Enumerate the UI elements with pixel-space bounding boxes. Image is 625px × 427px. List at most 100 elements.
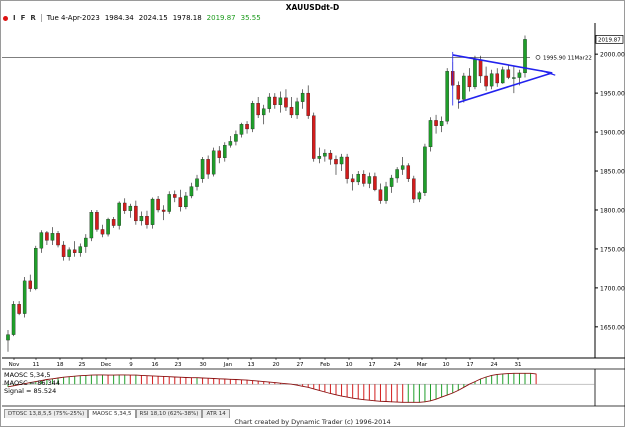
candle-body: [350, 178, 355, 183]
price-chart[interactable]: 1650.00 1700.00 1750.00 1800.00 1850.00 1900.…: [0, 0, 625, 427]
last-price-label: 2019.87: [598, 37, 621, 43]
x-tick-label: 24: [491, 362, 498, 368]
candle-body: [50, 233, 55, 241]
y-tick-label: 1950.00: [600, 91, 625, 98]
candle-body: [100, 229, 105, 235]
candle-body: [217, 150, 221, 158]
candle-body: [517, 72, 522, 78]
candle-body: [72, 249, 77, 253]
y-tick-label: 1700.00: [600, 285, 625, 292]
candle-body: [84, 237, 88, 247]
candle-body: [456, 85, 461, 100]
candle-body: [250, 103, 255, 130]
candle-body: [384, 186, 388, 201]
candle-body: [439, 121, 444, 126]
candle-body: [378, 189, 383, 201]
candle-body: [423, 146, 427, 193]
candle-body: [195, 178, 199, 187]
candle-body: [406, 165, 411, 179]
candle-body: [78, 246, 83, 253]
candle-body: [206, 159, 210, 175]
candle-body: [228, 141, 233, 146]
y-tick-label: 1650.00: [600, 324, 625, 331]
candle-body: [184, 195, 188, 208]
candle-body: [17, 304, 21, 314]
candle-body: [362, 173, 366, 184]
candle-body: [323, 152, 327, 157]
candle-body: [156, 198, 160, 211]
candle-body: [289, 106, 294, 116]
candle-body: [28, 280, 32, 289]
candle-body: [161, 209, 166, 212]
x-tick-label: 20: [273, 362, 280, 368]
x-tick-label: 27: [297, 362, 304, 368]
candle-body: [273, 96, 277, 105]
chart-credit: Chart created by Dynamic Trader (c) 1996…: [234, 418, 391, 426]
y-tick-label: 2000.00: [600, 52, 625, 59]
candle-body: [334, 159, 338, 165]
candle-body: [373, 176, 377, 190]
candle-body: [56, 233, 60, 246]
candle-body: [312, 115, 316, 159]
candle-body: [300, 92, 305, 102]
candle-body: [317, 156, 322, 159]
x-tick-label: 17: [369, 362, 376, 368]
candle-body: [111, 219, 116, 226]
candle-body: [295, 101, 299, 116]
candle-body: [473, 59, 477, 88]
x-tick-label: Mar: [417, 362, 428, 368]
candle-body: [428, 120, 433, 148]
candle-body: [328, 152, 333, 160]
candle-body: [495, 73, 499, 84]
candle-body: [122, 202, 127, 211]
candle-body: [356, 173, 360, 183]
candle-body: [128, 205, 133, 211]
candle-body: [89, 212, 94, 239]
candle-body: [239, 124, 244, 135]
osc-title-label: MAOSC 5,34,5: [4, 371, 51, 379]
tab-maosc[interactable]: MAOSC 5,34,5: [88, 409, 136, 418]
candle-body: [278, 97, 283, 105]
candle-body: [434, 120, 438, 126]
candle-body: [284, 97, 288, 108]
x-tick-label: 25: [79, 362, 86, 368]
candle-body: [484, 75, 488, 87]
tab-rsi[interactable]: RSI 18,10 (62%-38%): [135, 409, 203, 418]
x-tick-label: 30: [200, 362, 207, 368]
candle-body: [106, 219, 110, 235]
x-tick-label: 31: [515, 362, 522, 368]
candle-body: [261, 108, 266, 116]
candle-body: [34, 248, 38, 289]
x-tick-label: Feb: [320, 362, 330, 368]
candle-body: [178, 197, 183, 208]
candle-body: [189, 186, 194, 197]
candle-body: [400, 165, 405, 170]
candle-body: [61, 244, 66, 257]
candle-body: [39, 232, 44, 249]
candle-body: [167, 194, 171, 212]
x-tick-label: 13: [248, 362, 255, 368]
candle-body: [245, 124, 249, 130]
candle-body: [95, 212, 99, 230]
candle-body: [506, 69, 511, 78]
candle-body: [345, 156, 349, 179]
osc-signal-line: [7, 372, 537, 403]
candle-body: [478, 59, 483, 77]
x-tick-label: 16: [152, 362, 159, 368]
candle-body: [150, 198, 155, 225]
candle-body: [462, 75, 466, 100]
candle-body: [67, 249, 71, 257]
reference-annotation: 1995.90 11Mar22: [543, 55, 592, 61]
candle-body: [306, 92, 310, 116]
candle-body: [11, 304, 16, 335]
tab-atr[interactable]: ATR 14: [202, 409, 230, 418]
tab-dtosc[interactable]: DTOSC 13,8,5,5 (75%-25%): [4, 409, 89, 418]
candle-body: [234, 134, 238, 142]
x-tick-label: 9: [129, 362, 133, 368]
candle-body: [445, 71, 449, 122]
y-tick-label: 1900.00: [600, 130, 625, 137]
candle-body: [412, 178, 416, 200]
candle-body: [367, 176, 372, 184]
reference-marker-icon: [535, 55, 541, 60]
x-tick-label: 18: [57, 362, 64, 368]
